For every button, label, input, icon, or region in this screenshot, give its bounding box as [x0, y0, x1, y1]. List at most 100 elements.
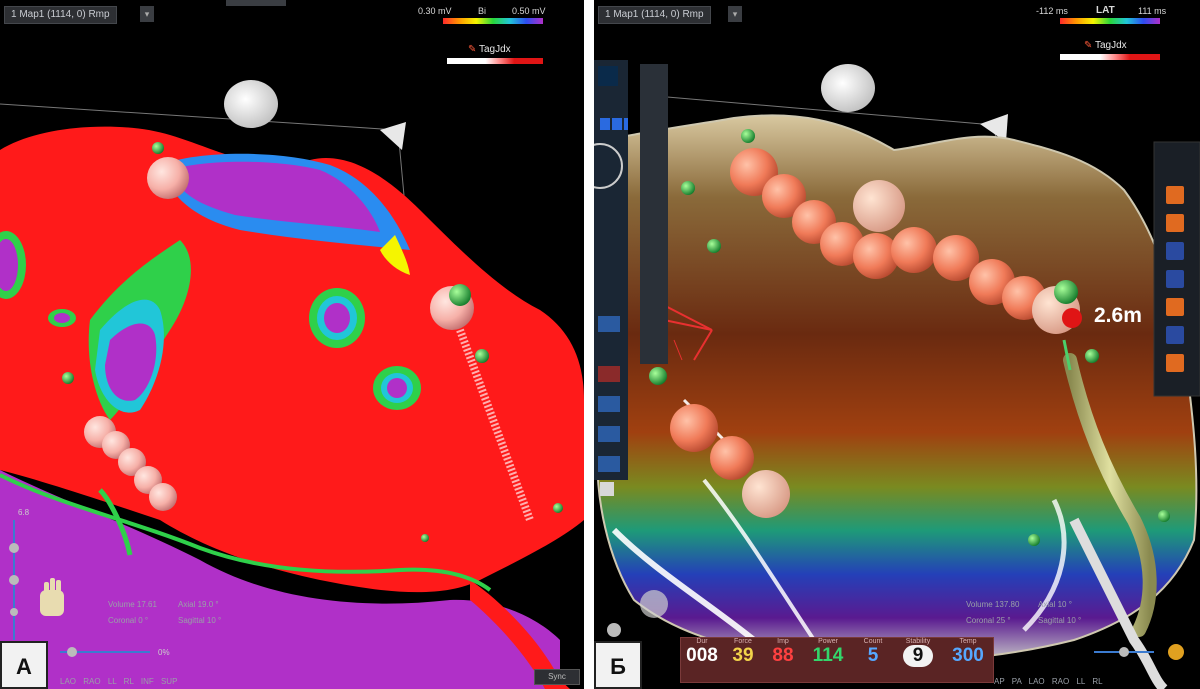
- activation-time-map[interactable]: [594, 0, 1200, 689]
- scale-label: LAT: [1096, 5, 1115, 16]
- panel-a-viewport[interactable]: 1 Map1 (1114, 0) Rmp ▾ 0.30 mV Bi 0.50 m…: [0, 0, 584, 689]
- tool-button[interactable]: [598, 396, 620, 412]
- location-point: [1054, 280, 1078, 304]
- ablation-tag: [149, 483, 177, 511]
- view-ll-button[interactable]: LL: [1076, 677, 1085, 686]
- tool-button[interactable]: [600, 482, 614, 496]
- contact-indicator: [1062, 308, 1082, 328]
- voltage-color-scale: [443, 18, 543, 24]
- palette-tool-4[interactable]: [1166, 270, 1184, 288]
- status-cell-count: Count 5: [863, 638, 883, 666]
- zoom-value: 0%: [158, 648, 170, 657]
- status-cell-temp: Temp 300: [952, 638, 984, 666]
- scale-max: 111 ms: [1138, 6, 1167, 16]
- location-point: [1158, 510, 1170, 522]
- ablation-tag: [670, 404, 718, 452]
- location-point: [681, 181, 695, 195]
- tag-index-label: TagJdx: [1095, 40, 1127, 51]
- tag-index-label: TagJdx: [479, 44, 511, 55]
- view-rao-button[interactable]: RAO: [1052, 677, 1069, 686]
- palette-tool-2[interactable]: [1166, 214, 1184, 232]
- sync-button[interactable]: Sync: [534, 669, 580, 685]
- scale-min: 0.30 mV: [418, 6, 452, 16]
- status-cell-force: Force 39: [732, 638, 754, 666]
- opacity-value: 6.8: [18, 508, 30, 517]
- palette-tool-5[interactable]: [1166, 298, 1184, 316]
- sagittal-readout: Sagittal 10 °: [178, 616, 222, 625]
- location-point: [707, 239, 721, 253]
- sagittal-readout: Sagittal 10 °: [1038, 616, 1082, 625]
- location-point: [1085, 349, 1099, 363]
- status-cell-imp: Imp 88: [772, 638, 794, 666]
- reference-marker: [380, 122, 406, 150]
- palette-tool-7[interactable]: [1166, 354, 1184, 372]
- coronal-readout: Coronal 25 °: [966, 616, 1011, 625]
- axial-readout: Axial 10 °: [1038, 600, 1072, 609]
- bipolar-voltage-map[interactable]: [0, 0, 584, 689]
- map-dropdown-button[interactable]: ▾: [140, 6, 154, 22]
- map-title-text: 1 Map1 (1114, 0) Rmp: [605, 9, 704, 20]
- ablation-tag: [891, 227, 937, 273]
- toolbar-handle[interactable]: [226, 0, 286, 6]
- view-ll-button[interactable]: LL: [108, 677, 117, 686]
- view-preset-bar: LAO RAO LL RL INF SUP: [60, 677, 177, 686]
- view-sup-button[interactable]: SUP: [161, 677, 177, 686]
- location-point: [553, 503, 563, 513]
- view-inf-button[interactable]: INF: [141, 677, 154, 686]
- view-lao-button[interactable]: LAO: [60, 677, 76, 686]
- tool-button[interactable]: [598, 426, 620, 442]
- tool-button[interactable]: [598, 456, 620, 472]
- pointer-tool[interactable]: [598, 66, 618, 86]
- tag-index-legend: ✎ TagJdx: [1084, 40, 1127, 51]
- map-title[interactable]: 1 Map1 (1114, 0) Rmp: [4, 6, 117, 24]
- figure-label-a: A: [0, 641, 48, 689]
- location-point: [475, 349, 489, 363]
- view-preset-bar: AP PA LAO RAO LL RL: [994, 677, 1103, 686]
- view-rl-button[interactable]: RL: [124, 677, 134, 686]
- scale-label: Bi: [478, 6, 487, 16]
- panel-divider: [584, 0, 594, 689]
- view-rl-button[interactable]: RL: [1092, 677, 1102, 686]
- status-cell-power: Power 114: [812, 638, 844, 666]
- ablation-tag: [147, 157, 189, 199]
- coronal-readout: Coronal 0 °: [108, 616, 149, 625]
- ablation-tag: [710, 436, 754, 480]
- view-pa-button[interactable]: PA: [1012, 677, 1022, 686]
- tag-index-bar: [447, 58, 543, 64]
- palette-tool-6[interactable]: [1166, 326, 1184, 344]
- tag-index-bar: [1060, 54, 1160, 60]
- tool-button[interactable]: [598, 366, 620, 382]
- tag-icon: ✎: [1084, 40, 1093, 51]
- view-ap-button[interactable]: AP: [994, 677, 1005, 686]
- location-point: [152, 142, 164, 154]
- lat-color-scale: [1060, 18, 1160, 24]
- palette-tool-3[interactable]: [1166, 242, 1184, 260]
- map-dropdown-button[interactable]: ▾: [728, 6, 742, 22]
- ablation-tag: [742, 470, 790, 518]
- tag-index-legend: ✎ TagJdx: [468, 44, 511, 55]
- view-lao-button[interactable]: LAO: [1029, 677, 1045, 686]
- hand-icon[interactable]: [40, 590, 64, 616]
- status-cell-dur: Dur 008: [686, 638, 718, 666]
- tool-button[interactable]: [598, 316, 620, 332]
- volume-readout: Volume 17.61: [108, 600, 157, 609]
- location-point: [449, 284, 471, 306]
- figure-label-b: Б: [594, 641, 642, 689]
- palette-tool-1[interactable]: [1166, 186, 1184, 204]
- settings-icon[interactable]: [1168, 644, 1184, 660]
- scale-min: -112 ms: [1036, 6, 1068, 16]
- location-point: [62, 372, 74, 384]
- view-rao-button[interactable]: RAO: [83, 677, 100, 686]
- ablation-tag-current: [853, 180, 905, 232]
- map-title-text: 1 Map1 (1114, 0) Rmp: [11, 9, 110, 20]
- axial-readout: Axial 19.0 °: [178, 600, 219, 609]
- map-title[interactable]: 1 Map1 (1114, 0) Rmp: [598, 6, 711, 24]
- ablation-status-bar: Dur 008 Force 39 Imp 88 Power 114 Count 5 Sta…: [680, 637, 994, 683]
- distance-readout: 2.6m: [1094, 304, 1142, 327]
- location-point: [1028, 534, 1040, 546]
- location-point: [421, 534, 429, 542]
- reference-sphere: [224, 80, 278, 128]
- status-cell-stability: Stability 9: [893, 638, 943, 667]
- location-point: [741, 129, 755, 143]
- panel-b-viewport[interactable]: 1 Map1 (1114, 0) Rmp ▾ -112 ms LAT 111 m…: [594, 0, 1200, 689]
